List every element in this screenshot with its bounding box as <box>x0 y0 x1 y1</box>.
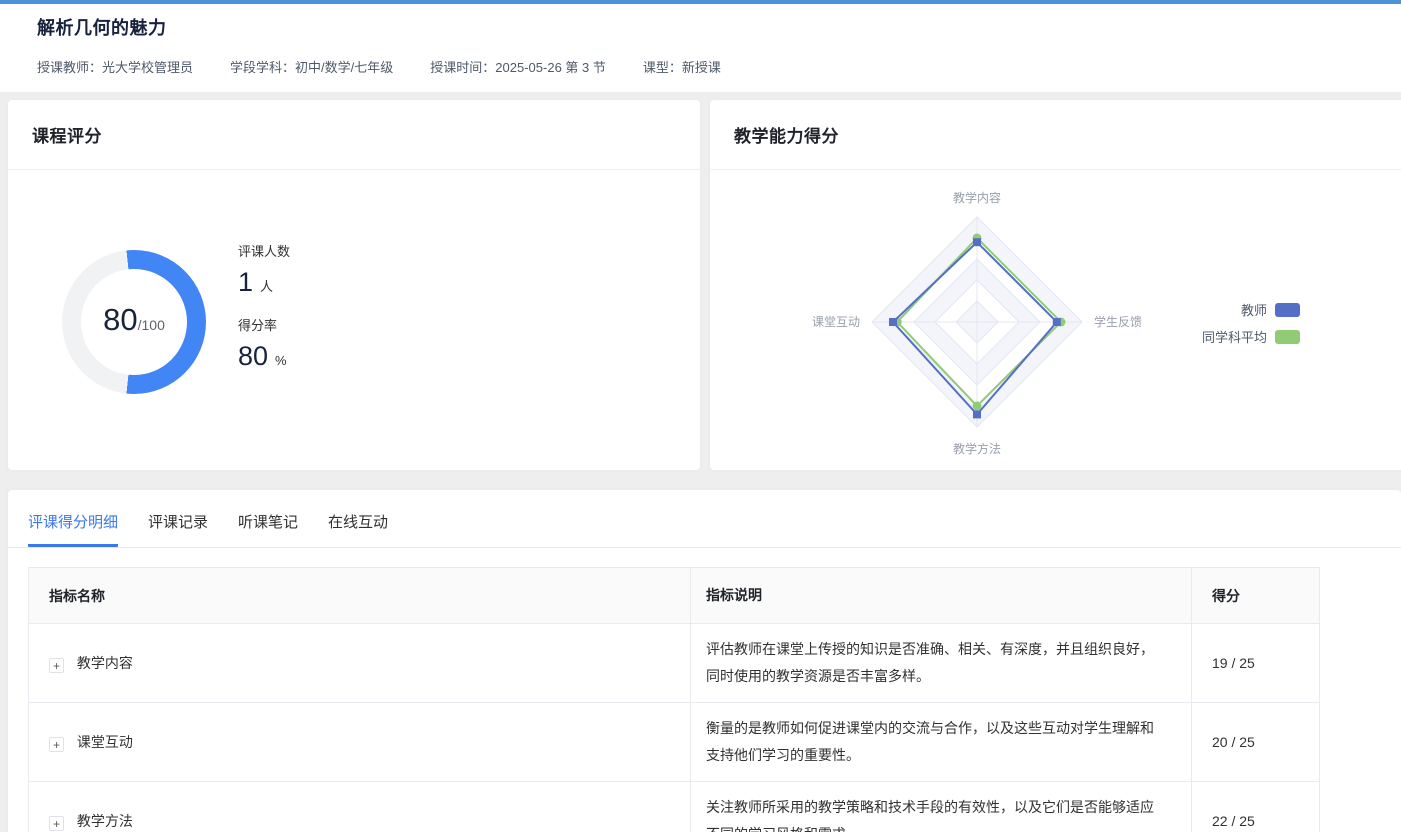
teaching-ability-card-title: 教学能力得分 <box>734 122 839 147</box>
rater-count-row: 1 人 <box>238 267 290 298</box>
course-meta-row: 授课教师：光大学校管理员 学段学科：初中/数学/七年级 授课时间：2025-05… <box>37 57 1401 76</box>
indicator-table: 指标名称 指标说明 得分 + 教学内容 评估教师在课堂上传授的知识是否准确、相关… <box>28 567 1320 832</box>
table-row-teaching-method: + 教学方法 关注教师所采用的教学策略和技术手段的有效性，以及它们是否能够适应不… <box>29 782 1320 832</box>
svg-text:学生反馈: 学生反馈 <box>1094 314 1142 329</box>
course-score-card: 课程评分 80 /100 评课人数 1 人 得分率 80 % <box>8 100 700 470</box>
meta-grade-subject-label: 学段学科： <box>230 60 295 75</box>
indicator-desc: 衡量的是教师如何促进课堂内的交流与合作，以及这些互动对学生理解和支持他们学习的重… <box>691 703 1192 782</box>
course-score-card-title: 课程评分 <box>32 122 102 147</box>
svg-text:教学方法: 教学方法 <box>953 441 1001 456</box>
page-title: 解析几何的魅力 <box>37 14 1401 40</box>
course-score-max: /100 <box>138 317 165 333</box>
indicator-table-header-row: 指标名称 指标说明 得分 <box>29 568 1320 624</box>
meta-teacher: 授课教师：光大学校管理员 <box>37 57 193 76</box>
teaching-ability-card-body: 教学内容学生反馈教学方法 课堂互动 教师 同学科平均 <box>710 170 1401 469</box>
teaching-ability-card: 教学能力得分 教学内容学生反馈教学方法 课堂互动 教师 同学科平均 <box>710 100 1401 470</box>
course-evaluation-page: { "page": { "header": { "title": "解析几何的魅… <box>0 0 1401 832</box>
tab-listening-notes[interactable]: 听课笔记 <box>238 511 298 547</box>
meta-course-type: 课型：新授课 <box>643 57 721 76</box>
indicator-score: 20 / 25 <box>1192 703 1320 782</box>
score-rate-value: 80 <box>238 341 268 372</box>
detail-tabs: 评课得分明细 评课记录 听课笔记 在线互动 <box>8 490 1401 548</box>
column-header-indicator-desc: 指标说明 <box>691 568 1192 624</box>
indicator-desc: 评估教师在课堂上传授的知识是否准确、相关、有深度，并且组织良好，同时使用的教学资… <box>691 624 1192 703</box>
tab-score-detail[interactable]: 评课得分明细 <box>28 511 118 547</box>
indicator-name: 课堂互动 <box>77 734 133 750</box>
legend-subject-average-label: 同学科平均 <box>1202 327 1267 346</box>
expand-row-icon[interactable]: + <box>49 816 64 831</box>
course-score-donut-chart: 80 /100 <box>62 250 206 394</box>
score-rate-label: 得分率 <box>238 315 290 334</box>
tab-evaluation-records[interactable]: 评课记录 <box>148 511 208 547</box>
indicator-score: 19 / 25 <box>1192 624 1320 703</box>
radar-legend: 教师 同学科平均 <box>1200 300 1300 346</box>
meta-time-label: 授课时间： <box>430 60 495 75</box>
svg-text:课堂互动: 课堂互动 <box>812 315 860 329</box>
evaluation-detail-card: 评课得分明细 评课记录 听课笔记 在线互动 指标名称 指标说明 得分 + 教学内… <box>8 490 1401 832</box>
legend-teacher-label: 教师 <box>1241 300 1267 319</box>
course-score-value: 80 <box>103 302 137 338</box>
course-score-card-body: 80 /100 评课人数 1 人 得分率 80 % <box>8 170 700 469</box>
meta-time-value: 2025-05-26 第 3 节 <box>495 60 606 75</box>
score-rate-row: 80 % <box>238 341 290 372</box>
table-row-classroom-interaction: + 课堂互动 衡量的是教师如何促进课堂内的交流与合作，以及这些互动对学生理解和支… <box>29 703 1320 782</box>
tab-online-interaction[interactable]: 在线互动 <box>328 511 388 547</box>
svg-text:教学内容: 教学内容 <box>953 190 1001 205</box>
expand-row-icon[interactable]: + <box>49 658 64 673</box>
meta-teacher-value: 光大学校管理员 <box>102 60 193 75</box>
meta-teacher-label: 授课教师： <box>37 60 102 75</box>
page-header: 解析几何的魅力 授课教师：光大学校管理员 学段学科：初中/数学/七年级 授课时间… <box>0 4 1401 92</box>
score-rate-unit: % <box>275 353 287 368</box>
course-score-card-header: 课程评分 <box>8 100 700 170</box>
indicator-score: 22 / 25 <box>1192 782 1320 832</box>
legend-item-teacher[interactable]: 教师 <box>1241 300 1300 319</box>
meta-course-type-label: 课型： <box>643 60 682 75</box>
legend-teacher-swatch <box>1275 303 1300 317</box>
meta-grade-subject-value: 初中/数学/七年级 <box>295 60 393 75</box>
teaching-ability-card-header: 教学能力得分 <box>710 100 1401 170</box>
course-score-donut-center: 80 /100 <box>62 250 206 394</box>
legend-item-subject-average[interactable]: 同学科平均 <box>1202 327 1300 346</box>
meta-course-type-value: 新授课 <box>682 60 721 75</box>
meta-grade-subject: 学段学科：初中/数学/七年级 <box>230 57 393 76</box>
column-header-score: 得分 <box>1192 568 1320 624</box>
column-header-indicator-name: 指标名称 <box>29 568 691 624</box>
legend-subject-average-swatch <box>1275 330 1300 344</box>
table-row-teaching-content: + 教学内容 评估教师在课堂上传授的知识是否准确、相关、有深度，并且组织良好，同… <box>29 624 1320 703</box>
course-score-stats: 评课人数 1 人 得分率 80 % <box>238 241 290 389</box>
rater-count-label: 评课人数 <box>238 241 290 260</box>
indicator-name: 教学方法 <box>77 813 133 829</box>
indicator-name: 教学内容 <box>77 655 133 671</box>
meta-time: 授课时间：2025-05-26 第 3 节 <box>430 57 606 76</box>
expand-row-icon[interactable]: + <box>49 737 64 752</box>
rater-count-unit: 人 <box>260 276 273 295</box>
indicator-desc: 关注教师所采用的教学策略和技术手段的有效性，以及它们是否能够适应不同的学习风格和… <box>691 782 1192 832</box>
rater-count-value: 1 <box>238 267 253 298</box>
